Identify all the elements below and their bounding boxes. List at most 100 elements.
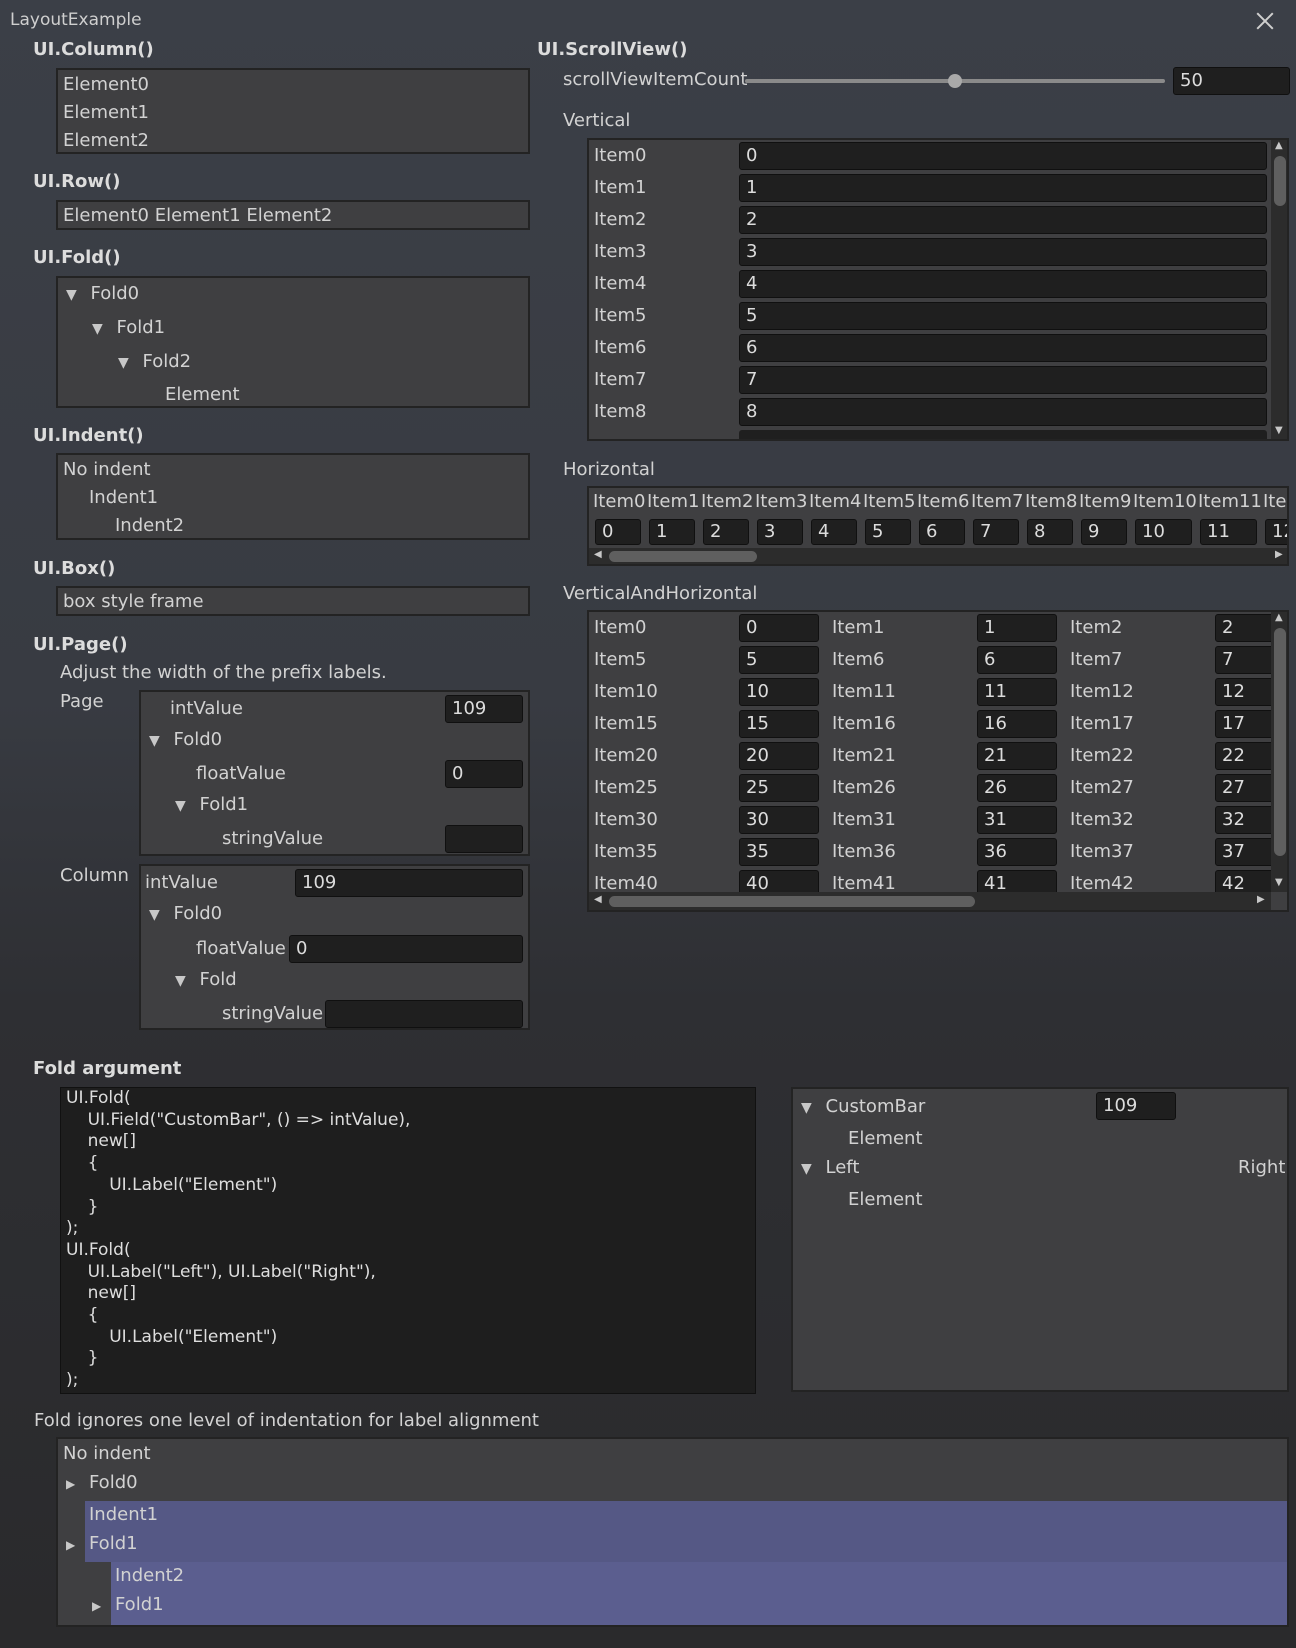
vh-scrollview[interactable]: Item0 0 Item1 1 Item2 2 Item5 5 Item6 6 Item7 7 Item…	[587, 610, 1289, 912]
vh-item-field[interactable]: 11	[977, 678, 1057, 706]
fold-open-icon[interactable]: ▼	[92, 321, 103, 337]
string-field[interactable]	[445, 825, 523, 853]
horizontal-item-field[interactable]: 6	[919, 519, 965, 545]
horizontal-scroll-thumb[interactable]	[609, 551, 757, 562]
vertical-item-field[interactable]: 2	[739, 206, 1267, 234]
horizontal-item-field[interactable]: 8	[1027, 519, 1073, 545]
vh-item-field[interactable]: 30	[739, 806, 819, 834]
vh-item-field[interactable]: 27	[1215, 774, 1271, 802]
fold0-row[interactable]: ▶ Fold0	[66, 1472, 138, 1493]
vertical-item-field[interactable]: 5	[739, 302, 1267, 330]
vertical-item-field[interactable]: 3	[739, 238, 1267, 266]
vh-item-field[interactable]: 7	[1215, 646, 1271, 674]
fold-open-icon[interactable]: ▼	[149, 907, 160, 923]
custombar-row[interactable]: ▼ CustomBar	[801, 1096, 925, 1117]
vertical-item-field[interactable]: 7	[739, 366, 1267, 394]
fold2-row[interactable]: ▼ Fold2	[118, 351, 191, 372]
scroll-right-icon[interactable]: ▶	[1275, 549, 1283, 560]
float-field[interactable]: 0	[445, 760, 523, 788]
fold-open-icon[interactable]: ▼	[118, 355, 129, 371]
vertical-item-field[interactable]: 6	[739, 334, 1267, 362]
vh-item-field[interactable]: 5	[739, 646, 819, 674]
scroll-up-icon[interactable]: ▲	[1275, 612, 1283, 623]
fold1-row[interactable]: ▼ Fold1	[92, 317, 165, 338]
horizontal-item-field[interactable]: 9	[1081, 519, 1127, 545]
vh-horizontal-scrollbar[interactable]: ◀ ▶	[589, 892, 1271, 910]
fold-closed-icon[interactable]: ▶	[66, 1477, 75, 1491]
vh-item-field[interactable]: 42	[1215, 870, 1271, 892]
vh-item-field[interactable]: 31	[977, 806, 1057, 834]
horizontal-item-field[interactable]: 0	[595, 519, 641, 545]
fold-open-icon[interactable]: ▼	[801, 1161, 812, 1177]
horizontal-item-field[interactable]: 2	[703, 519, 749, 545]
fold-open-icon[interactable]: ▼	[66, 287, 77, 303]
float-field[interactable]: 0	[289, 935, 523, 963]
vh-item-field[interactable]: 20	[739, 742, 819, 770]
vh-vertical-scroll-thumb[interactable]	[1274, 628, 1286, 856]
vertical-item-field-partial[interactable]	[739, 430, 1267, 439]
int-field[interactable]: 109	[295, 869, 523, 897]
vh-item-field[interactable]: 40	[739, 870, 819, 892]
horizontal-item-field[interactable]: 1	[649, 519, 695, 545]
horizontal-item-field[interactable]: 11	[1200, 519, 1257, 545]
vh-item-field[interactable]: 0	[739, 614, 819, 642]
fold-open-icon[interactable]: ▼	[175, 798, 186, 814]
vh-item-field[interactable]: 21	[977, 742, 1057, 770]
horizontal-item-field[interactable]: 4	[811, 519, 857, 545]
page-fold0-row[interactable]: ▼ Fold0	[149, 729, 222, 750]
vertical-scrollview[interactable]: Item0 0 Item1 1 Item2 2 Item3 3 Item4 4 Item5 5 Item…	[587, 138, 1289, 441]
vh-item-field[interactable]: 32	[1215, 806, 1271, 834]
vh-vertical-scrollbar[interactable]: ▲ ▼	[1271, 612, 1287, 892]
vh-item-field[interactable]: 10	[739, 678, 819, 706]
fold1b-row[interactable]: ▶ Fold1	[92, 1594, 164, 1615]
vh-item-field[interactable]: 15	[739, 710, 819, 738]
fold-open-icon[interactable]: ▼	[149, 733, 160, 749]
vh-item-field[interactable]: 17	[1215, 710, 1271, 738]
close-icon[interactable]	[1252, 8, 1278, 34]
vertical-item-field[interactable]: 8	[739, 398, 1267, 426]
vh-item-field[interactable]: 26	[977, 774, 1057, 802]
vh-item-field[interactable]: 12	[1215, 678, 1271, 706]
item-count-slider[interactable]	[745, 74, 1165, 88]
horizontal-scrollview[interactable]: Item0 0 Item1 1 Item2 2 Item3 3 Item4 4 Item5 5 Item…	[587, 486, 1289, 566]
scroll-up-icon[interactable]: ▲	[1275, 140, 1283, 151]
vertical-item-field[interactable]: 1	[739, 174, 1267, 202]
scroll-down-icon[interactable]: ▼	[1275, 877, 1283, 888]
vh-item-field[interactable]: 22	[1215, 742, 1271, 770]
horizontal-item-field[interactable]: 10	[1135, 519, 1192, 545]
scroll-down-icon[interactable]: ▼	[1275, 425, 1283, 436]
fold-open-icon[interactable]: ▼	[175, 973, 186, 989]
vh-item-field[interactable]: 1	[977, 614, 1057, 642]
scroll-left-icon[interactable]: ◀	[594, 894, 602, 905]
vh-item-field[interactable]: 37	[1215, 838, 1271, 866]
horizontal-scrollbar[interactable]: ◀ ▶	[589, 548, 1287, 564]
fold0-row[interactable]: ▼ Fold0	[66, 283, 139, 304]
scroll-left-icon[interactable]: ◀	[594, 549, 602, 560]
vh-horizontal-scroll-thumb[interactable]	[609, 896, 975, 907]
vertical-scrollbar[interactable]: ▲ ▼	[1271, 140, 1287, 439]
vh-item-field[interactable]: 16	[977, 710, 1057, 738]
int-field[interactable]: 109	[445, 695, 523, 723]
item-count-field[interactable]: 50	[1173, 67, 1290, 95]
horizontal-item-field[interactable]: 12	[1265, 519, 1287, 545]
vertical-scroll-thumb[interactable]	[1274, 156, 1286, 206]
fold-open-icon[interactable]: ▼	[801, 1100, 812, 1116]
slider-thumb[interactable]	[948, 74, 962, 88]
column-fold-row[interactable]: ▼ Fold	[175, 969, 237, 990]
horizontal-item-field[interactable]: 5	[865, 519, 911, 545]
string-field[interactable]	[325, 1000, 523, 1028]
vertical-item-field[interactable]: 4	[739, 270, 1267, 298]
vh-item-field[interactable]: 36	[977, 838, 1057, 866]
vh-item-field[interactable]: 6	[977, 646, 1057, 674]
column-fold0-row[interactable]: ▼ Fold0	[149, 903, 222, 924]
scroll-right-icon[interactable]: ▶	[1257, 894, 1265, 905]
left-fold-row[interactable]: ▼ Left	[801, 1157, 859, 1178]
horizontal-item-field[interactable]: 7	[973, 519, 1019, 545]
page-fold1-row[interactable]: ▼ Fold1	[175, 794, 248, 815]
fold-closed-icon[interactable]: ▶	[66, 1538, 75, 1552]
vh-item-field[interactable]: 35	[739, 838, 819, 866]
fold-closed-icon[interactable]: ▶	[92, 1599, 101, 1613]
horizontal-item-field[interactable]: 3	[757, 519, 803, 545]
vh-item-field[interactable]: 25	[739, 774, 819, 802]
fold1-row[interactable]: ▶ Fold1	[66, 1533, 138, 1554]
